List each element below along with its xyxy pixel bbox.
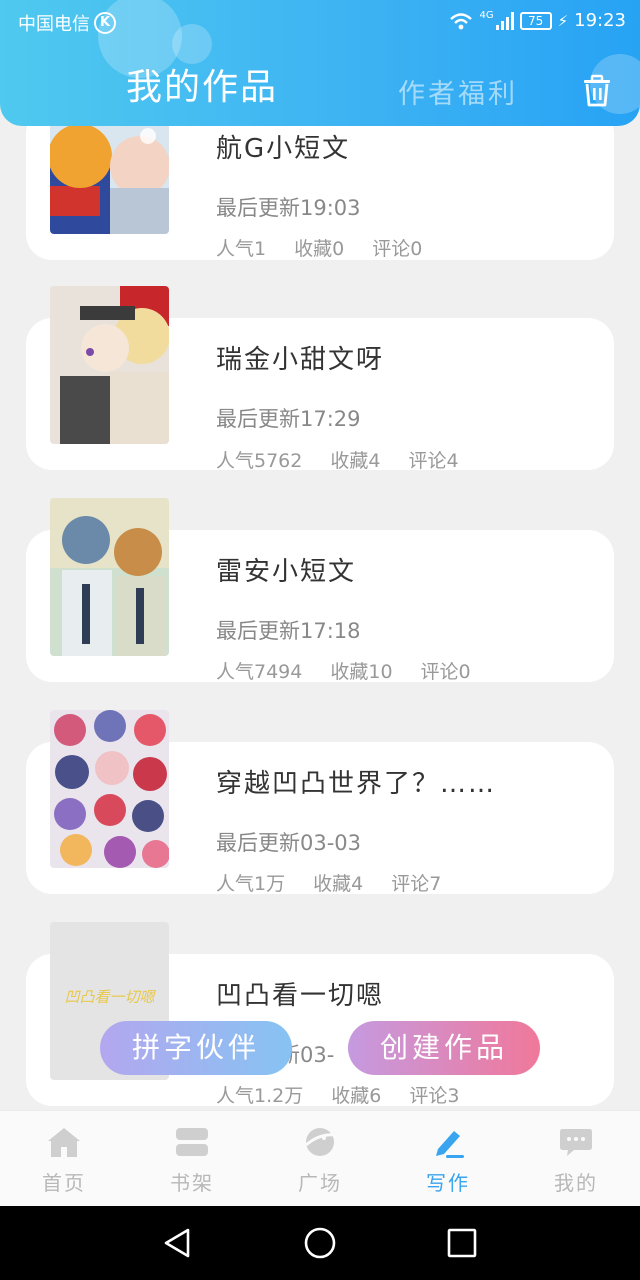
work-updated-time: 最后更新17:29 <box>216 407 361 431</box>
works-list[interactable]: 航G小短文 最后更新19:03 人气1 收藏0 评论0 瑞金小甜文呀 最后更新1… <box>0 0 640 1110</box>
work-favorites: 收藏10 <box>330 661 393 683</box>
work-favorites: 收藏0 <box>294 238 345 260</box>
work-favorites: 收藏6 <box>331 1085 382 1107</box>
work-stats: 人气7494 收藏10 评论0 <box>216 657 471 684</box>
nav-item-home[interactable]: 首页 <box>0 1111 128 1207</box>
pen-icon <box>436 1131 464 1158</box>
chat-bubble-icon <box>560 1129 592 1156</box>
work-updated-time: 最后更新17:18 <box>216 619 361 643</box>
work-stats: 人气1万 收藏4 评论7 <box>216 869 441 896</box>
back-icon[interactable] <box>160 1226 194 1260</box>
work-popularity: 人气1万 <box>216 873 286 895</box>
work-title[interactable]: 穿越凹凸世界了？…… <box>216 763 496 800</box>
work-comments: 评论0 <box>420 661 471 683</box>
clock: 19:23 <box>574 10 626 31</box>
status-bar: 中国电信 K 4G 75 ⚡ 19:23 <box>0 0 640 44</box>
work-stats: 人气5762 收藏4 评论4 <box>216 446 459 473</box>
nav-label: 首页 <box>42 1171 86 1195</box>
status-right: 4G 75 ⚡ 19:23 <box>449 10 626 31</box>
status-left: 中国电信 K <box>18 10 116 36</box>
tab-author-benefits[interactable]: 作者福利 <box>398 72 518 111</box>
work-comments: 评论0 <box>372 238 423 260</box>
nav-label: 广场 <box>298 1171 342 1195</box>
work-favorites: 收藏4 <box>330 450 381 472</box>
nav-label: 写作 <box>426 1171 470 1195</box>
work-updated-time: 最后更新19:03 <box>216 196 361 220</box>
work-title[interactable]: 瑞金小甜文呀 <box>216 339 384 376</box>
signal-icon <box>495 11 514 30</box>
planet-icon <box>305 1128 337 1156</box>
bookshelf-icon <box>176 1128 208 1156</box>
trash-icon[interactable] <box>580 74 614 108</box>
work-popularity: 人气5762 <box>216 450 303 472</box>
nav-item-write[interactable]: 写作 <box>384 1111 512 1207</box>
work-cover-image[interactable] <box>50 286 169 444</box>
cover-placeholder-text: 凹凸看一切嗯 <box>64 988 155 1006</box>
home-circle-icon[interactable] <box>303 1226 337 1260</box>
system-nav-bar <box>0 1206 640 1280</box>
work-cover-image[interactable] <box>50 710 169 868</box>
find-partner-button[interactable]: 拼字伙伴 <box>100 1021 292 1075</box>
work-updated-time: 最后更新03-03 <box>216 831 362 855</box>
network-type: 4G <box>479 10 494 21</box>
work-comments: 评论7 <box>391 873 442 895</box>
work-title[interactable]: 凹凸看一切嗯 <box>216 975 384 1012</box>
work-stats: 人气1.2万 收藏6 评论3 <box>216 1081 459 1108</box>
create-work-button[interactable]: 创建作品 <box>348 1021 540 1075</box>
work-popularity: 人气1 <box>216 238 267 260</box>
nav-label: 我的 <box>554 1171 598 1195</box>
work-cover-image[interactable] <box>50 498 169 656</box>
work-popularity: 人气1.2万 <box>216 1085 304 1107</box>
carrier-name: 中国电信 <box>18 14 90 35</box>
nav-item-bookshelf[interactable]: 书架 <box>128 1111 256 1207</box>
home-icon <box>48 1128 80 1157</box>
work-popularity: 人气7494 <box>216 661 303 683</box>
work-stats: 人气1 收藏0 评论0 <box>216 234 422 261</box>
work-favorites: 收藏4 <box>313 873 364 895</box>
app-header: 中国电信 K 4G 75 ⚡ 19:23 我的作品 作者福利 <box>0 0 640 126</box>
work-comments: 评论3 <box>409 1085 460 1107</box>
nav-item-mine[interactable]: 我的 <box>512 1111 640 1207</box>
bottom-nav: 首页 书架 广场 写作 我的 <box>0 1110 640 1206</box>
work-title[interactable]: 雷安小短文 <box>216 551 356 588</box>
battery-icon: 75 <box>519 11 552 30</box>
recents-icon[interactable] <box>445 1226 479 1260</box>
nav-label: 书架 <box>170 1171 214 1195</box>
work-comments: 评论4 <box>408 450 459 472</box>
tab-my-works[interactable]: 我的作品 <box>126 58 278 110</box>
charging-icon: ⚡ <box>557 11 569 30</box>
nav-item-square[interactable]: 广场 <box>256 1111 384 1207</box>
carrier-badge: K <box>94 12 116 34</box>
work-title[interactable]: 航G小短文 <box>216 128 350 165</box>
wifi-icon <box>450 12 473 29</box>
